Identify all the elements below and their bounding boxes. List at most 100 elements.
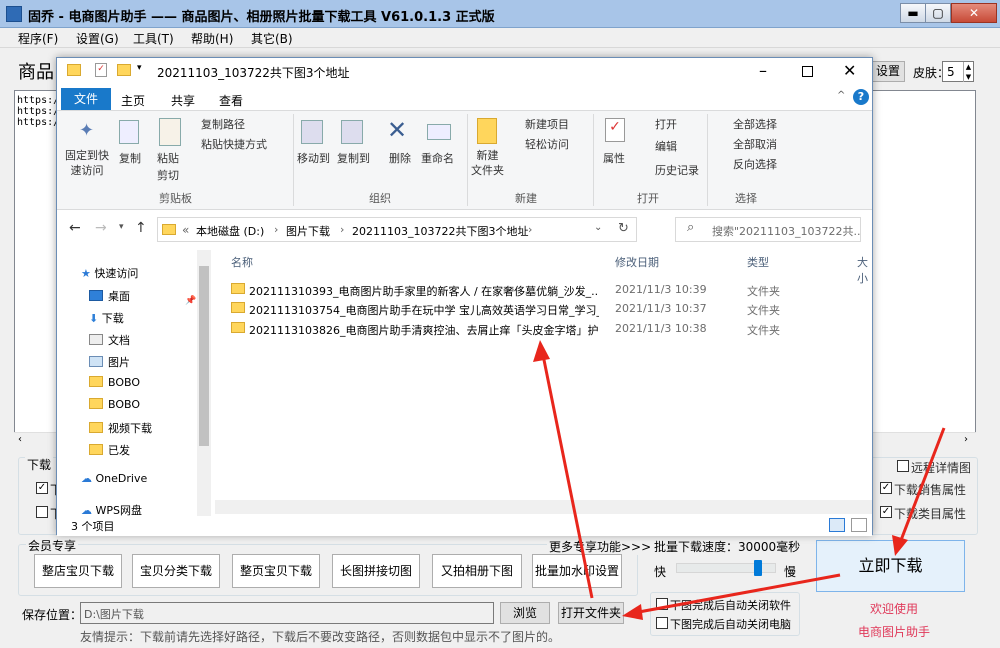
nav-downloads[interactable]: ⬇ 下载 (89, 310, 124, 326)
up-icon[interactable]: ↑ (135, 220, 147, 236)
new-item-button[interactable]: 新建项目 (525, 116, 569, 132)
minimize-button[interactable]: ▬ (900, 3, 926, 23)
easy-access-button[interactable]: 轻松访问 (525, 136, 569, 152)
explorer-maximize-icon[interactable] (802, 66, 813, 77)
nav-desktop[interactable]: 桌面 (89, 288, 130, 304)
overflow-chevron-icon[interactable]: « (182, 223, 189, 237)
copy-path-button[interactable]: 复制路径 (201, 116, 245, 132)
help-icon[interactable]: ? (853, 89, 869, 105)
tab-view[interactable]: 查看 (219, 92, 243, 109)
move-to-button[interactable]: 移动到 (297, 150, 330, 166)
tab-file[interactable]: 文件 (61, 88, 111, 110)
long-image-button[interactable]: 长图拼接切图 (332, 554, 420, 588)
search-input[interactable]: 搜索"20211103_103722共... (675, 217, 861, 242)
properties-button[interactable]: 属性 (603, 150, 625, 166)
category-download-button[interactable]: 宝贝分类下载 (132, 554, 220, 588)
cut-button[interactable]: 剪切 (157, 167, 179, 183)
download-checkbox-1[interactable]: ✓ (36, 482, 48, 494)
nav-folder-video[interactable]: 视频下载 (89, 420, 152, 436)
ribbon-collapse-icon[interactable]: ^ (837, 90, 845, 101)
nav-scroll-thumb[interactable] (199, 266, 209, 446)
nav-pictures[interactable]: 图片 (89, 354, 130, 370)
auto-shutdown-checkbox[interactable] (656, 617, 668, 629)
status-bar: 3 个项目 (57, 516, 872, 536)
nav-onedrive[interactable]: ☁ OneDrive (81, 472, 147, 485)
qat-dropdown-icon[interactable]: ▾ (137, 63, 142, 73)
category-attr-checkbox[interactable]: ✓ (880, 506, 892, 518)
file-row[interactable]: 2021113103826_电商图片助手清爽控油、去屑止痒「头皮金字塔」护...… (229, 319, 869, 339)
scroll-left-icon[interactable]: ‹ (18, 434, 22, 445)
start-download-button[interactable]: 立即下载 (816, 540, 965, 592)
breadcrumb-current[interactable]: 20211103_103722共下图3个地址 (352, 223, 528, 239)
address-bar[interactable]: « 本地磁盘 (D:) › 图片下载 › 20211103_103722共下图3… (157, 217, 637, 242)
sales-attr-checkbox[interactable]: ✓ (880, 482, 892, 494)
explorer-minimize-icon[interactable]: – (759, 61, 767, 80)
scroll-right-icon[interactable]: › (964, 434, 968, 445)
new-folder-quick-icon[interactable] (117, 64, 131, 76)
open-folder-button[interactable]: 打开文件夹 (558, 602, 624, 624)
copy-to-button[interactable]: 复制到 (337, 150, 370, 166)
file-hscrollbar[interactable] (215, 500, 872, 514)
whole-store-download-button[interactable]: 整店宝贝下载 (34, 554, 122, 588)
open-button[interactable]: 打开 (655, 116, 677, 132)
file-row[interactable]: 2021113103754_电商图片助手在玩中学 宝儿高效英语学习日常_学习_.… (229, 299, 869, 319)
large-icons-view-icon[interactable] (851, 518, 867, 532)
close-button[interactable]: ✕ (951, 3, 997, 23)
folder-icon (231, 302, 245, 313)
menu-settings[interactable]: 设置(G) (76, 30, 119, 47)
nav-documents[interactable]: 文档 (89, 332, 130, 348)
column-name[interactable]: 名称 (231, 254, 253, 270)
menu-other[interactable]: 其它(B) (251, 30, 293, 47)
new-folder-button[interactable]: 新建 文件夹 (471, 148, 504, 178)
column-date[interactable]: 修改日期 (615, 254, 659, 270)
delete-button[interactable]: 删除 (389, 150, 411, 166)
select-none-button[interactable]: 全部取消 (733, 136, 777, 152)
nav-folder-bobo-2[interactable]: BOBO (89, 398, 140, 411)
spin-down-icon[interactable]: ▼ (963, 72, 973, 82)
tab-home[interactable]: 主页 (121, 92, 145, 109)
settings-button[interactable]: 设置 (871, 61, 905, 82)
paste-button[interactable]: 粘贴 (157, 150, 179, 166)
file-row[interactable]: 202111310393_电商图片助手家里的新客人 / 在家奢侈墓优躺_沙发_.… (229, 280, 869, 300)
detail-image-checkbox[interactable] (897, 460, 909, 472)
more-features-link[interactable]: 更多专享功能>>> (547, 538, 654, 555)
pin-quick-access-button[interactable]: 固定到快 速访问 (65, 148, 109, 178)
auto-close-software-checkbox[interactable] (656, 598, 668, 610)
nav-folder-bobo-1[interactable]: BOBO (89, 376, 140, 389)
rename-button[interactable]: 重命名 (421, 150, 454, 166)
spin-up-icon[interactable]: ▲ (963, 62, 973, 72)
recent-dropdown-icon[interactable]: ▾ (119, 222, 124, 232)
nav-quick-access[interactable]: ★ 快速访问 (81, 265, 138, 281)
maximize-button[interactable]: ▢ (925, 3, 951, 23)
column-type[interactable]: 类型 (747, 254, 769, 270)
speed-slider-thumb[interactable] (754, 560, 763, 576)
speed-slow-label: 慢 (784, 565, 797, 579)
details-view-icon[interactable] (829, 518, 845, 532)
menu-tools[interactable]: 工具(T) (133, 30, 174, 47)
menu-program[interactable]: 程序(F) (18, 30, 58, 47)
save-path-input[interactable]: D:\图片下载 (80, 602, 494, 624)
browse-button[interactable]: 浏览 (500, 602, 550, 624)
properties-quick-icon[interactable]: ✓ (95, 63, 107, 77)
breadcrumb-drive[interactable]: 本地磁盘 (D:) (196, 223, 264, 239)
refresh-icon[interactable]: ↻ (618, 221, 629, 236)
upyun-album-button[interactable]: 又拍相册下图 (432, 554, 522, 588)
address-dropdown-icon[interactable]: ⌄ (594, 222, 602, 233)
explorer-close-icon[interactable]: ✕ (843, 61, 856, 80)
select-all-button[interactable]: 全部选择 (733, 116, 777, 132)
tab-share[interactable]: 共享 (171, 92, 195, 109)
paste-shortcut-button[interactable]: 粘贴快捷方式 (201, 136, 267, 152)
page-download-button[interactable]: 整页宝贝下载 (232, 554, 320, 588)
edit-button[interactable]: 编辑 (655, 138, 677, 154)
watermark-settings-button[interactable]: 批量加水印设置 (532, 554, 622, 588)
forward-icon[interactable]: → (95, 220, 107, 236)
download-checkbox-2[interactable] (36, 506, 48, 518)
nav-folder-sent[interactable]: 已发 (89, 442, 130, 458)
menu-help[interactable]: 帮助(H) (191, 30, 233, 47)
skin-spinner[interactable]: 5 ▲ ▼ (942, 61, 974, 82)
history-button[interactable]: 历史记录 (655, 162, 699, 178)
invert-selection-button[interactable]: 反向选择 (733, 156, 777, 172)
back-icon[interactable]: ← (69, 220, 81, 236)
copy-button[interactable]: 复制 (119, 150, 141, 166)
breadcrumb-downloads[interactable]: 图片下载 (286, 223, 330, 239)
